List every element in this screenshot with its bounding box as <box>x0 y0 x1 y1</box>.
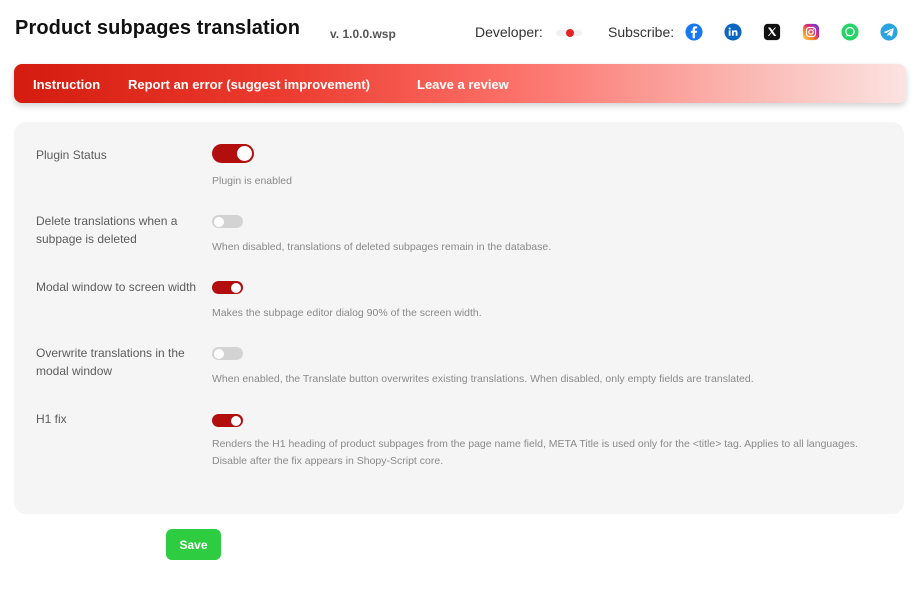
toggle-knob <box>214 348 224 359</box>
linkedin-icon[interactable] <box>724 23 742 41</box>
setting-description-delete-translations: When disabled, translations of deleted s… <box>212 241 552 253</box>
developer-logo-dot <box>566 29 574 37</box>
header: Product subpages translation v. 1.0.0.ws… <box>0 0 920 64</box>
setting-label-overwrite-translations: Overwrite translations in the modal wind… <box>36 346 185 378</box>
toggle-overwrite-translations[interactable] <box>212 347 243 360</box>
setting-description-modal-width: Makes the subpage editor dialog 90% of t… <box>212 307 482 319</box>
save-button[interactable]: Save <box>166 529 221 560</box>
toggle-plugin-status[interactable] <box>212 144 254 163</box>
toggle-modal-width[interactable] <box>212 281 243 294</box>
nav-link-leave-review[interactable]: Leave a review <box>417 77 509 92</box>
telegram-icon[interactable] <box>880 23 898 41</box>
setting-label-h1-fix: H1 fix <box>36 412 67 426</box>
subscribe-label: Subscribe: <box>608 24 675 40</box>
toggle-knob <box>231 282 241 293</box>
setting-description-overwrite-translations: When enabled, the Translate button overw… <box>212 373 754 385</box>
nav-link-instruction[interactable]: Instruction <box>33 77 100 92</box>
toggle-knob <box>231 415 241 426</box>
developer-logo[interactable] <box>556 28 582 38</box>
developer-label: Developer: <box>475 24 543 40</box>
page-title: Product subpages translation <box>15 17 301 39</box>
whatsapp-icon[interactable] <box>841 23 859 41</box>
nav-link-report-error[interactable]: Report an error (suggest improvement) <box>128 77 370 92</box>
setting-description-plugin-status: Plugin is enabled <box>212 175 292 187</box>
x-icon[interactable] <box>763 23 781 41</box>
settings-panel: Plugin Status Plugin is enabled Delete t… <box>14 122 904 514</box>
instagram-icon[interactable] <box>802 23 820 41</box>
toggle-knob <box>237 146 252 161</box>
setting-label-modal-width: Modal window to screen width <box>36 280 197 294</box>
setting-label-delete-translations: Delete translations when a subpage is de… <box>36 214 178 246</box>
setting-description-h1-fix: Renders the H1 heading of product subpag… <box>212 438 858 467</box>
toggle-delete-translations[interactable] <box>212 215 243 228</box>
toggle-knob <box>214 216 224 227</box>
toggle-h1-fix[interactable] <box>212 414 243 427</box>
setting-label-plugin-status: Plugin Status <box>36 148 107 162</box>
facebook-icon[interactable] <box>685 23 703 41</box>
nav-bar: Instruction Report an error (suggest imp… <box>14 64 906 103</box>
version-label: v. 1.0.0.wsp <box>330 27 396 41</box>
